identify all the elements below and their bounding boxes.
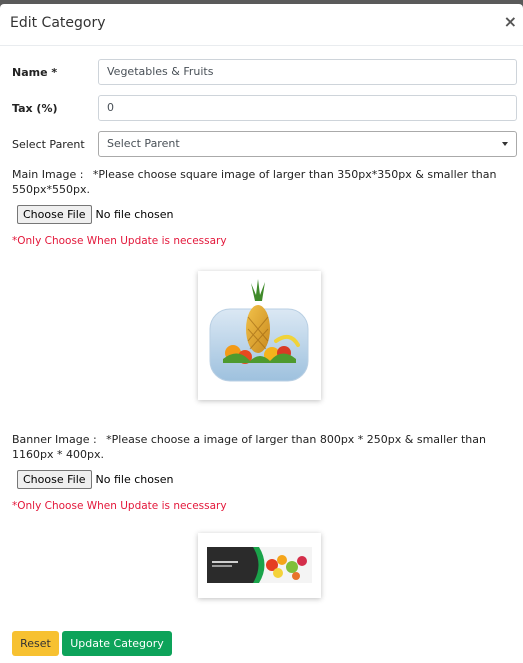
banner-image-warning: *Only Choose When Update is necessary [12,500,227,512]
banner-image-choose-file-button[interactable]: Choose File [17,470,92,489]
fruit-basket-image [209,279,309,382]
reset-button[interactable]: Reset [12,631,59,656]
tax-label: Tax (%) [12,102,58,115]
main-image-file-row: Choose File No file chosen [17,205,173,224]
modal-title: Edit Category [10,15,106,31]
banner-image-no-file-text: No file chosen [95,473,174,486]
main-image-choose-file-button[interactable]: Choose File [17,205,92,224]
tax-input[interactable]: 0 [98,95,517,121]
parent-select[interactable]: Select Parent [98,131,517,157]
edit-category-modal: Edit Category × Name * Vegetables & Frui… [0,4,523,663]
main-image-note-block: Main Image : *Please choose square image… [12,167,517,197]
main-image-note: *Please choose square image of larger th… [12,168,497,196]
parent-select-value: Select Parent [107,137,180,150]
banner-image [207,547,312,583]
banner-image-file-row: Choose File No file chosen [17,470,173,489]
banner-image-label: Banner Image : [12,433,97,446]
banner-image-preview [198,533,321,598]
name-label: Name * [12,66,58,79]
modal-header: Edit Category × [0,4,523,46]
close-icon[interactable]: × [504,14,517,30]
update-category-button[interactable]: Update Category [62,631,172,656]
parent-label: Select Parent [12,138,85,151]
name-input[interactable]: Vegetables & Fruits [98,59,517,85]
chevron-down-icon [502,142,508,146]
main-image-label: Main Image : [12,168,84,181]
main-image-preview [198,271,321,400]
main-image-warning: *Only Choose When Update is necessary [12,235,227,247]
banner-image-note-block: Banner Image : *Please choose a image of… [12,432,517,462]
main-image-no-file-text: No file chosen [95,208,174,221]
